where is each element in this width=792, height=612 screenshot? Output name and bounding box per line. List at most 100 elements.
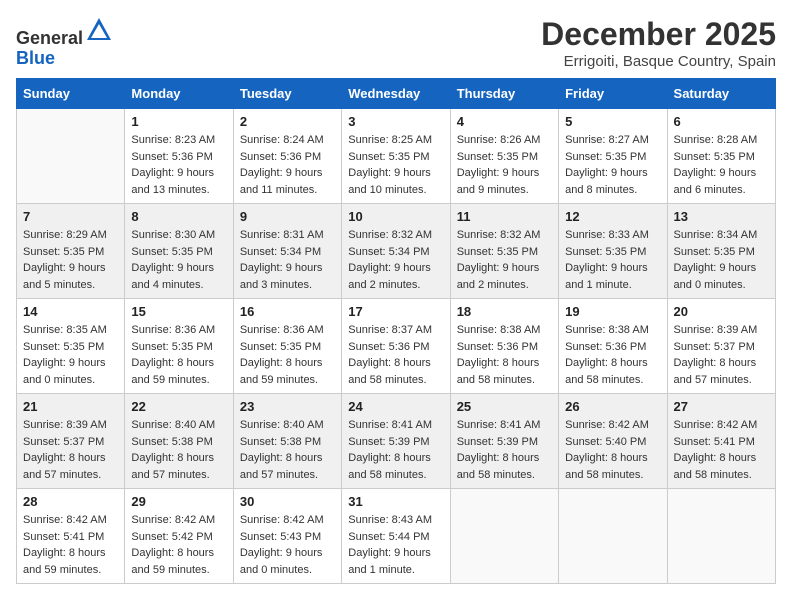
day-number: 3 [348, 114, 443, 129]
calendar-cell: 13 Sunrise: 8:34 AMSunset: 5:35 PMDayligh… [667, 204, 775, 299]
day-info: Sunrise: 8:24 AMSunset: 5:36 PMDaylight:… [240, 132, 335, 198]
calendar-cell [450, 489, 558, 584]
logo: General Blue [16, 16, 113, 69]
day-info: Sunrise: 8:32 AMSunset: 5:34 PMDaylight:… [348, 227, 443, 293]
day-info: Sunrise: 8:38 AMSunset: 5:36 PMDaylight:… [457, 322, 552, 388]
calendar-week-row: 14 Sunrise: 8:35 AMSunset: 5:35 PMDayligh… [17, 299, 776, 394]
day-info: Sunrise: 8:42 AMSunset: 5:42 PMDaylight:… [131, 512, 226, 578]
day-number: 16 [240, 304, 335, 319]
day-info: Sunrise: 8:27 AMSunset: 5:35 PMDaylight:… [565, 132, 660, 198]
day-number: 6 [674, 114, 769, 129]
day-number: 26 [565, 399, 660, 414]
calendar-cell [559, 489, 667, 584]
calendar-cell: 29 Sunrise: 8:42 AMSunset: 5:42 PMDayligh… [125, 489, 233, 584]
day-number: 31 [348, 494, 443, 509]
day-info: Sunrise: 8:32 AMSunset: 5:35 PMDaylight:… [457, 227, 552, 293]
day-info: Sunrise: 8:40 AMSunset: 5:38 PMDaylight:… [240, 417, 335, 483]
calendar-cell: 11 Sunrise: 8:32 AMSunset: 5:35 PMDayligh… [450, 204, 558, 299]
day-number: 27 [674, 399, 769, 414]
day-info: Sunrise: 8:42 AMSunset: 5:43 PMDaylight:… [240, 512, 335, 578]
day-number: 9 [240, 209, 335, 224]
calendar-cell: 24 Sunrise: 8:41 AMSunset: 5:39 PMDayligh… [342, 394, 450, 489]
calendar-cell: 4 Sunrise: 8:26 AMSunset: 5:35 PMDaylight… [450, 109, 558, 204]
calendar-cell: 5 Sunrise: 8:27 AMSunset: 5:35 PMDaylight… [559, 109, 667, 204]
calendar-cell: 3 Sunrise: 8:25 AMSunset: 5:35 PMDaylight… [342, 109, 450, 204]
day-info: Sunrise: 8:26 AMSunset: 5:35 PMDaylight:… [457, 132, 552, 198]
day-info: Sunrise: 8:42 AMSunset: 5:41 PMDaylight:… [23, 512, 118, 578]
calendar-cell: 9 Sunrise: 8:31 AMSunset: 5:34 PMDaylight… [233, 204, 341, 299]
location-title: Errigoiti, Basque Country, Spain [541, 53, 776, 70]
day-number: 21 [23, 399, 118, 414]
day-number: 12 [565, 209, 660, 224]
calendar-week-row: 1 Sunrise: 8:23 AMSunset: 5:36 PMDaylight… [17, 109, 776, 204]
day-info: Sunrise: 8:36 AMSunset: 5:35 PMDaylight:… [240, 322, 335, 388]
calendar-cell: 21 Sunrise: 8:39 AMSunset: 5:37 PMDayligh… [17, 394, 125, 489]
day-number: 20 [674, 304, 769, 319]
day-info: Sunrise: 8:36 AMSunset: 5:35 PMDaylight:… [131, 322, 226, 388]
day-number: 24 [348, 399, 443, 414]
day-number: 18 [457, 304, 552, 319]
day-number: 29 [131, 494, 226, 509]
calendar-cell: 23 Sunrise: 8:40 AMSunset: 5:38 PMDayligh… [233, 394, 341, 489]
day-number: 8 [131, 209, 226, 224]
day-info: Sunrise: 8:31 AMSunset: 5:34 PMDaylight:… [240, 227, 335, 293]
day-number: 4 [457, 114, 552, 129]
title-area: December 2025 Errigoiti, Basque Country,… [541, 16, 776, 70]
calendar-cell: 8 Sunrise: 8:30 AMSunset: 5:35 PMDaylight… [125, 204, 233, 299]
day-number: 23 [240, 399, 335, 414]
day-info: Sunrise: 8:37 AMSunset: 5:36 PMDaylight:… [348, 322, 443, 388]
calendar-cell: 27 Sunrise: 8:42 AMSunset: 5:41 PMDayligh… [667, 394, 775, 489]
weekday-header: Tuesday [233, 79, 341, 109]
day-number: 15 [131, 304, 226, 319]
day-info: Sunrise: 8:30 AMSunset: 5:35 PMDaylight:… [131, 227, 226, 293]
calendar-cell: 26Sunrise: 8:42 AMSunset: 5:40 PMDayligh… [559, 394, 667, 489]
month-title: December 2025 [541, 16, 776, 53]
day-number: 1 [131, 114, 226, 129]
day-number: 7 [23, 209, 118, 224]
day-info: Sunrise: 8:42 AMSunset: 5:41 PMDaylight:… [674, 417, 769, 483]
weekday-header: Friday [559, 79, 667, 109]
calendar-cell: 20Sunrise: 8:39 AMSunset: 5:37 PMDayligh… [667, 299, 775, 394]
calendar-week-row: 28Sunrise: 8:42 AMSunset: 5:41 PMDayligh… [17, 489, 776, 584]
calendar-cell: 25Sunrise: 8:41 AMSunset: 5:39 PMDayligh… [450, 394, 558, 489]
day-number: 25 [457, 399, 552, 414]
calendar-cell: 31Sunrise: 8:43 AMSunset: 5:44 PMDayligh… [342, 489, 450, 584]
calendar-cell: 14 Sunrise: 8:35 AMSunset: 5:35 PMDayligh… [17, 299, 125, 394]
day-number: 2 [240, 114, 335, 129]
day-number: 14 [23, 304, 118, 319]
calendar-cell: 28Sunrise: 8:42 AMSunset: 5:41 PMDayligh… [17, 489, 125, 584]
day-info: Sunrise: 8:23 AMSunset: 5:36 PMDaylight:… [131, 132, 226, 198]
calendar-cell: 19 Sunrise: 8:38 AMSunset: 5:36 PMDayligh… [559, 299, 667, 394]
day-info: Sunrise: 8:25 AMSunset: 5:35 PMDaylight:… [348, 132, 443, 198]
header: General Blue December 2025 Errigoiti, Ba… [16, 16, 776, 70]
day-info: Sunrise: 8:38 AMSunset: 5:36 PMDaylight:… [565, 322, 660, 388]
day-info: Sunrise: 8:35 AMSunset: 5:35 PMDaylight:… [23, 322, 118, 388]
day-number: 19 [565, 304, 660, 319]
logo-general-text: General [16, 28, 83, 48]
day-number: 10 [348, 209, 443, 224]
calendar-cell: 16 Sunrise: 8:36 AMSunset: 5:35 PMDayligh… [233, 299, 341, 394]
calendar-cell: 10 Sunrise: 8:32 AMSunset: 5:34 PMDayligh… [342, 204, 450, 299]
day-number: 17 [348, 304, 443, 319]
calendar-cell: 15 Sunrise: 8:36 AMSunset: 5:35 PMDayligh… [125, 299, 233, 394]
calendar-cell: 18 Sunrise: 8:38 AMSunset: 5:36 PMDayligh… [450, 299, 558, 394]
calendar-cell [17, 109, 125, 204]
day-number: 5 [565, 114, 660, 129]
day-info: Sunrise: 8:34 AMSunset: 5:35 PMDaylight:… [674, 227, 769, 293]
calendar-cell: 6Sunrise: 8:28 AMSunset: 5:35 PMDaylight… [667, 109, 775, 204]
day-info: Sunrise: 8:41 AMSunset: 5:39 PMDaylight:… [348, 417, 443, 483]
logo-icon [85, 16, 113, 44]
weekday-header: Sunday [17, 79, 125, 109]
weekday-header: Saturday [667, 79, 775, 109]
calendar-cell: 2 Sunrise: 8:24 AMSunset: 5:36 PMDaylight… [233, 109, 341, 204]
day-number: 11 [457, 209, 552, 224]
weekday-header: Thursday [450, 79, 558, 109]
weekday-header: Wednesday [342, 79, 450, 109]
day-number: 30 [240, 494, 335, 509]
calendar-body: 1 Sunrise: 8:23 AMSunset: 5:36 PMDaylight… [17, 109, 776, 584]
day-info: Sunrise: 8:39 AMSunset: 5:37 PMDaylight:… [23, 417, 118, 483]
day-number: 13 [674, 209, 769, 224]
calendar-cell: 1 Sunrise: 8:23 AMSunset: 5:36 PMDaylight… [125, 109, 233, 204]
calendar: SundayMondayTuesdayWednesdayThursdayFrid… [16, 78, 776, 584]
day-info: Sunrise: 8:33 AMSunset: 5:35 PMDaylight:… [565, 227, 660, 293]
